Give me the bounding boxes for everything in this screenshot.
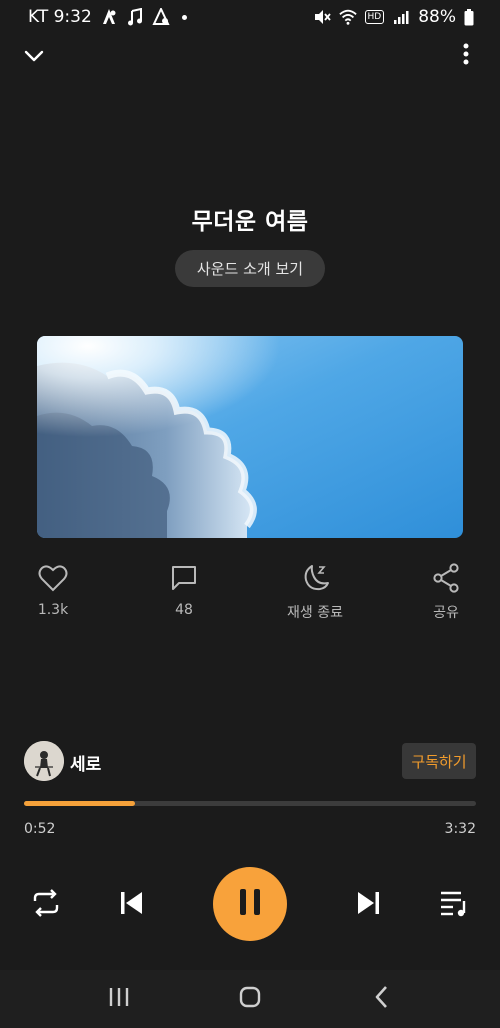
- progress-fill: [24, 801, 135, 806]
- skip-next-icon: [356, 890, 382, 920]
- heart-icon: [37, 562, 69, 594]
- comment-action[interactable]: 48: [134, 562, 234, 618]
- like-action[interactable]: 1.3k: [3, 562, 103, 618]
- next-track-button[interactable]: [351, 887, 387, 923]
- comment-icon: [168, 562, 200, 594]
- track-actions: 1.3k 48 재생 종료 공유: [0, 562, 500, 622]
- system-nav-bar: [0, 970, 500, 1028]
- back-button[interactable]: [366, 985, 396, 1013]
- artist-avatar[interactable]: [24, 741, 64, 781]
- share-action[interactable]: 공유: [396, 562, 496, 622]
- collapse-player-button[interactable]: [18, 40, 50, 72]
- more-vertical-icon: [463, 43, 469, 69]
- app-notification-icon: [100, 8, 118, 26]
- track-title: 무더운 여름: [191, 209, 309, 235]
- wifi-icon: [338, 8, 357, 26]
- recent-apps-button[interactable]: [104, 985, 134, 1013]
- playlist-button[interactable]: [436, 887, 472, 923]
- play-pause-button[interactable]: [213, 867, 287, 941]
- notification-dot: [181, 14, 187, 20]
- mute-icon: [313, 8, 331, 26]
- repeat-icon: [31, 889, 61, 921]
- status-right: HD 88%: [313, 7, 475, 27]
- previous-track-button[interactable]: [113, 887, 149, 923]
- hd-badge-icon: HD: [364, 8, 385, 26]
- track-artwork: [37, 336, 463, 538]
- progress-bar[interactable]: [24, 801, 476, 806]
- skip-previous-icon: [118, 890, 144, 920]
- hd-badge: HD: [364, 10, 385, 24]
- total-time: 3:32: [444, 821, 476, 837]
- sleep-timer-icon: [299, 562, 331, 594]
- like-count: 1.3k: [37, 602, 69, 618]
- sky-clouds-artwork: [37, 336, 463, 538]
- home-icon: [238, 985, 262, 1013]
- sound-intro-button[interactable]: 사운드 소개 보기: [175, 250, 325, 287]
- recent-apps-icon: [107, 986, 131, 1012]
- home-button[interactable]: [235, 985, 265, 1013]
- pause-icon: [238, 888, 262, 920]
- sleep-timer-action[interactable]: 재생 종료: [265, 562, 365, 622]
- sleep-timer-label: 재생 종료: [287, 605, 343, 621]
- back-icon: [373, 985, 389, 1013]
- share-label: 공유: [433, 605, 459, 621]
- chevron-down-icon: [24, 47, 44, 66]
- signal-icon: [392, 8, 410, 26]
- battery-percent: 88%: [418, 7, 456, 27]
- app-notification-icon: [152, 8, 170, 26]
- current-time: 0:52: [24, 821, 56, 837]
- playlist-icon: [439, 889, 469, 921]
- artist-row: 세로 구독하기: [24, 740, 476, 782]
- battery-icon: [464, 8, 474, 26]
- carrier-time: KT 9:32: [28, 7, 92, 27]
- status-bar: KT 9:32 HD 88%: [0, 0, 500, 34]
- comment-count: 48: [175, 602, 193, 618]
- repeat-button[interactable]: [28, 887, 64, 923]
- music-note-icon: [126, 8, 144, 26]
- avatar-illustration-icon: [24, 741, 64, 781]
- more-options-button[interactable]: [450, 40, 482, 72]
- share-icon: [430, 562, 462, 594]
- status-left: KT 9:32: [28, 7, 187, 27]
- subscribe-button[interactable]: 구독하기: [402, 743, 476, 779]
- artist-name[interactable]: 세로: [70, 750, 101, 775]
